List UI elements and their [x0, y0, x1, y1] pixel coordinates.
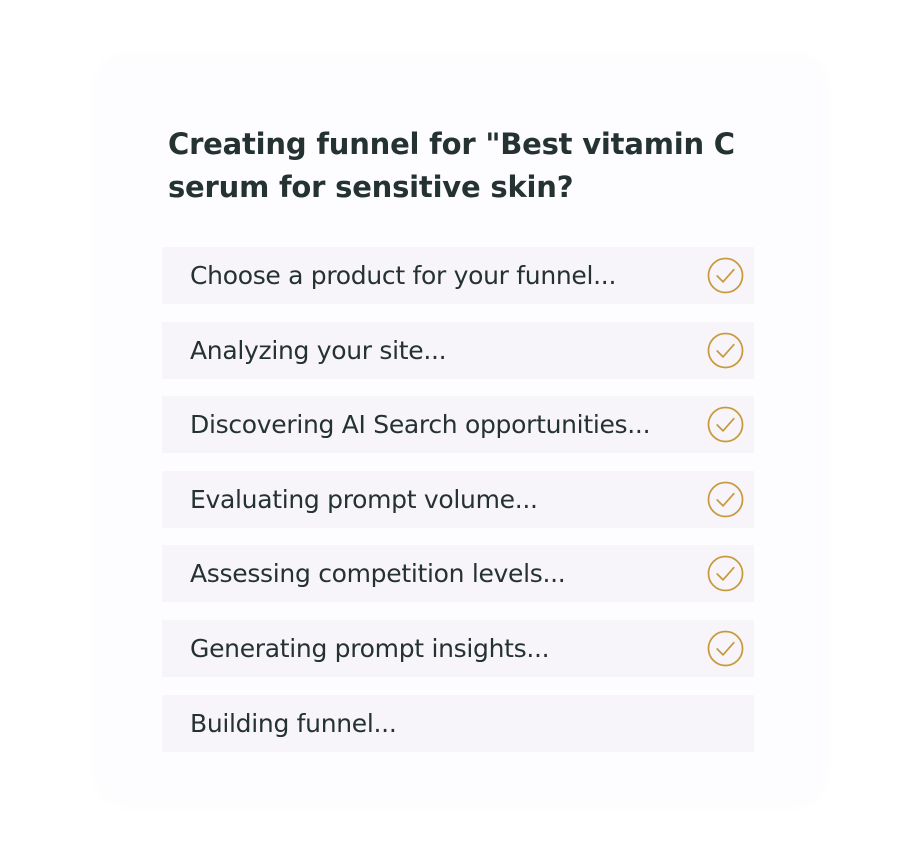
steps-list: Choose a product for your funnel... Anal… [162, 247, 754, 769]
step-item: Analyzing your site... [162, 321, 754, 379]
step-label: Building funnel... [190, 708, 397, 738]
check-circle-icon [707, 257, 744, 294]
check-circle-icon [707, 332, 744, 369]
step-label: Discovering AI Search opportunities... [190, 410, 651, 440]
step-item: Assessing competition levels... [162, 545, 754, 603]
step-label: Analyzing your site... [190, 335, 447, 365]
step-label: Assessing competition levels... [190, 559, 566, 589]
check-circle-icon [707, 481, 744, 518]
step-item: Generating prompt insights... [162, 619, 754, 677]
step-label: Generating prompt insights... [190, 633, 550, 663]
card-title: Creating funnel for "Best vitamin C seru… [168, 127, 735, 204]
step-item: Discovering AI Search opportunities... [162, 396, 754, 454]
step-item-in-progress: Building funnel... [162, 694, 754, 752]
check-circle-icon [707, 555, 744, 592]
step-item: Choose a product for your funnel... [162, 247, 754, 304]
step-label: Evaluating prompt volume... [190, 484, 538, 514]
check-circle-icon [707, 630, 744, 667]
step-label: Choose a product for your funnel... [190, 261, 617, 290]
step-item: Evaluating prompt volume... [162, 470, 754, 528]
funnel-progress-card: Creating funnel for "Best vitamin C seru… [98, 57, 824, 803]
check-circle-icon [707, 406, 744, 443]
